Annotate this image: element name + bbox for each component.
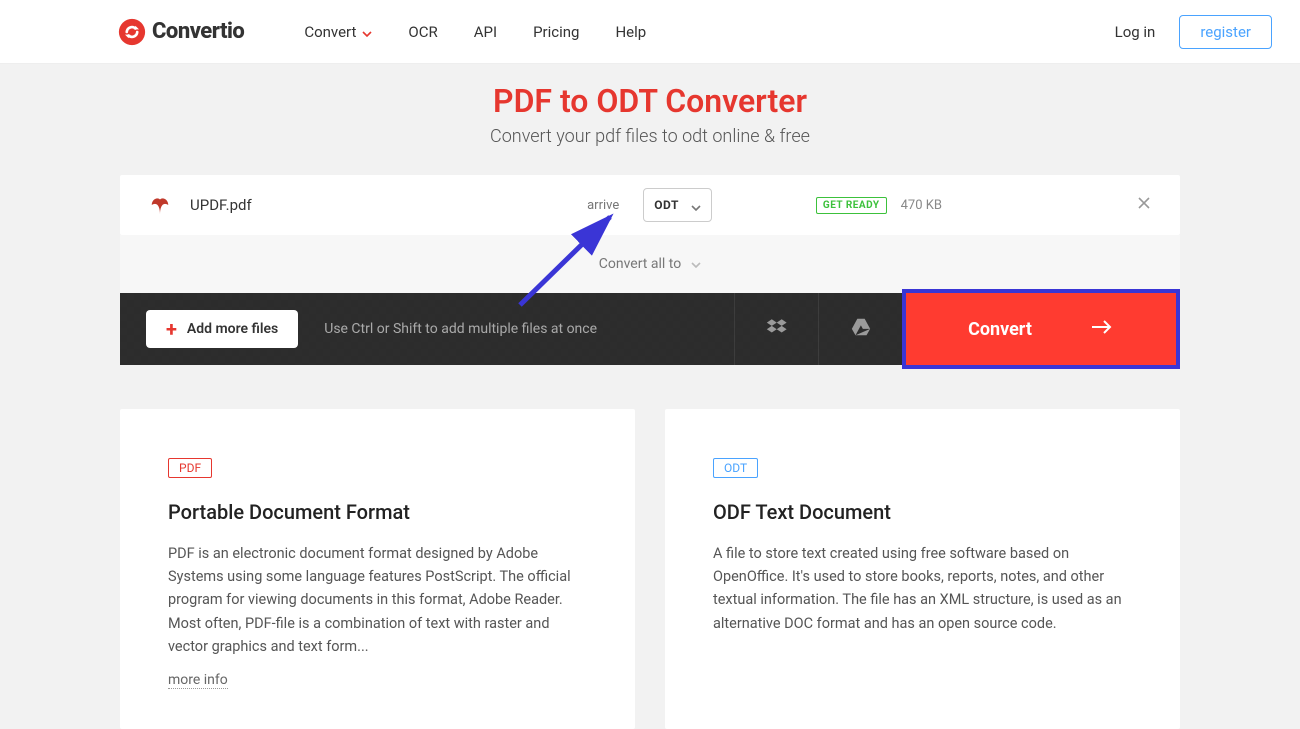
- dropbox-button[interactable]: [734, 293, 818, 365]
- odt-card-title: ODF Text Document: [713, 500, 1132, 524]
- nav-help[interactable]: Help: [615, 23, 646, 41]
- plus-icon: +: [166, 319, 177, 339]
- add-more-label: Add more files: [187, 321, 278, 337]
- nav-pricing[interactable]: Pricing: [533, 23, 579, 41]
- status-badge: GET READY: [816, 197, 887, 214]
- add-more-files-button[interactable]: + Add more files: [146, 310, 298, 348]
- pdf-card-title: Portable Document Format: [168, 500, 587, 524]
- convert-button-highlight: Convert: [902, 289, 1180, 369]
- odt-card-desc: A file to store text created using free …: [713, 542, 1132, 635]
- file-size: 470 KB: [901, 198, 942, 213]
- logo-text: Convertio: [152, 19, 244, 44]
- register-button[interactable]: register: [1179, 15, 1272, 49]
- page-subtitle: Convert your pdf files to odt online & f…: [0, 126, 1300, 147]
- cloud-sources: [734, 293, 902, 365]
- main-nav: Convert OCR API Pricing Help: [304, 23, 646, 41]
- convert-all-row[interactable]: Convert all to: [120, 235, 1180, 293]
- header: Convertio Convert OCR API Pricing Help L…: [0, 0, 1300, 64]
- chevron-down-icon: [691, 256, 701, 272]
- file-name: UPDF.pdf: [190, 196, 252, 214]
- logo[interactable]: Convertio: [118, 18, 244, 46]
- pdf-more-info-link[interactable]: more info: [168, 672, 228, 689]
- convert-label: Convert: [968, 319, 1032, 340]
- header-right: Log in register: [1115, 15, 1272, 49]
- hero: PDF to ODT Converter Convert your pdf fi…: [0, 82, 1300, 147]
- logo-icon: [118, 18, 146, 46]
- nav-convert[interactable]: Convert: [304, 23, 372, 41]
- nav-api[interactable]: API: [474, 23, 497, 41]
- login-link[interactable]: Log in: [1115, 23, 1156, 41]
- pdf-file-icon: [148, 193, 172, 217]
- chevron-down-icon: [691, 196, 701, 215]
- nav-ocr[interactable]: OCR: [408, 23, 437, 41]
- action-bar: + Add more files Use Ctrl or Shift to ad…: [120, 293, 1180, 365]
- multi-select-hint: Use Ctrl or Shift to add multiple files …: [324, 321, 597, 337]
- google-drive-button[interactable]: [818, 293, 902, 365]
- convert-button[interactable]: Convert: [906, 293, 1176, 365]
- arrive-label: arrive: [587, 198, 619, 213]
- nav-convert-label: Convert: [304, 23, 356, 41]
- remove-file-button[interactable]: [1136, 195, 1152, 215]
- dropbox-icon: [766, 316, 788, 342]
- file-row: UPDF.pdf arrive ODT GET READY 470 KB: [120, 175, 1180, 235]
- chevron-down-icon: [362, 23, 372, 41]
- page-title: PDF to ODT Converter: [0, 82, 1300, 120]
- google-drive-icon: [850, 316, 872, 342]
- pdf-card-desc: PDF is an electronic document format des…: [168, 542, 587, 658]
- arrow-right-icon: [1092, 319, 1114, 340]
- odt-badge: ODT: [713, 458, 758, 478]
- pdf-badge: PDF: [168, 458, 212, 478]
- upload-panel: UPDF.pdf arrive ODT GET READY 470 KB Con…: [120, 175, 1180, 365]
- format-value: ODT: [654, 198, 679, 212]
- convert-all-label: Convert all to: [599, 256, 681, 272]
- format-select[interactable]: ODT: [643, 188, 712, 222]
